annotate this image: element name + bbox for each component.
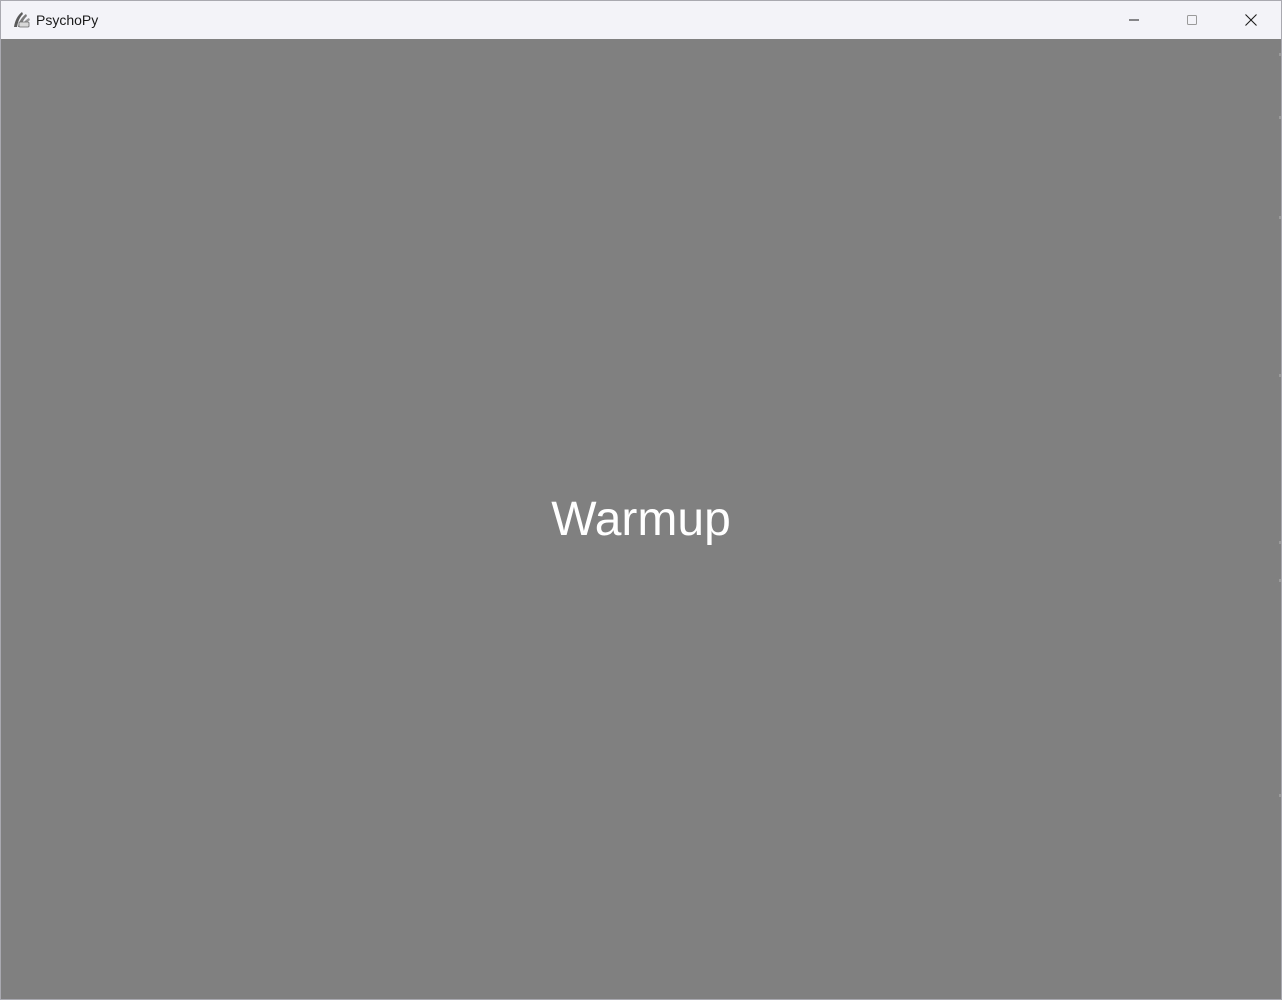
maximize-button[interactable] xyxy=(1163,1,1221,39)
minimize-button[interactable] xyxy=(1105,1,1163,39)
edge-artifact xyxy=(1279,53,1281,56)
edge-artifact xyxy=(1279,216,1281,219)
close-icon xyxy=(1244,13,1258,27)
edge-artifact xyxy=(1279,579,1281,582)
window-title: PsychoPy xyxy=(36,12,99,28)
maximize-icon xyxy=(1186,14,1198,26)
title-bar[interactable]: PsychoPy xyxy=(1,1,1281,39)
experiment-canvas[interactable]: Warmup xyxy=(1,39,1281,999)
minimize-icon xyxy=(1128,14,1140,26)
edge-artifact xyxy=(1279,794,1281,797)
psychopy-window: PsychoPy Warmup xyxy=(0,0,1282,1000)
close-button[interactable] xyxy=(1222,1,1280,39)
psychopy-icon xyxy=(12,11,32,29)
edge-artifact xyxy=(1279,116,1281,119)
edge-artifact xyxy=(1279,374,1281,377)
stimulus-text: Warmup xyxy=(551,493,731,546)
edge-artifact xyxy=(1279,541,1281,544)
